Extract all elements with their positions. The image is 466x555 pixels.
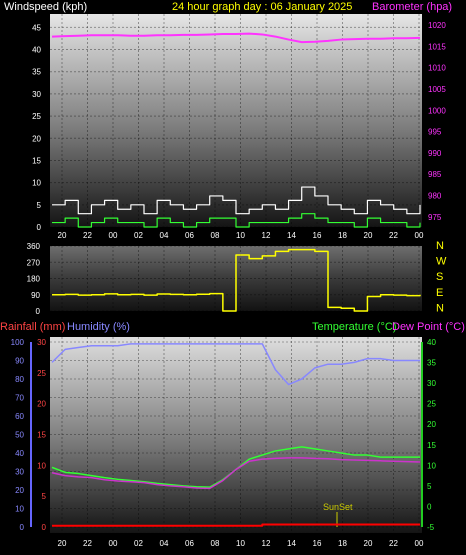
dewpoint-axis-title: Dew Point (°C) (392, 321, 465, 333)
sunset-label: SunSet (323, 502, 353, 512)
wind-y-tick-label: 15 (32, 156, 41, 165)
compass-label: N (436, 302, 444, 314)
x-tick-label: 18 (338, 231, 347, 240)
baro-y-tick-label: 1005 (428, 85, 446, 94)
rain-y-tick-label: 10 (37, 461, 46, 470)
humidity-y-tick-label: 30 (15, 468, 24, 477)
temperature-axis-title: Temperature (°C) (312, 321, 396, 333)
baro-y-tick-label: 975 (428, 213, 442, 222)
rain-y-tick-label: 20 (37, 400, 46, 409)
temp-y-tick-label: 10 (427, 461, 436, 470)
temp-y-tick-label: -5 (427, 523, 435, 532)
x-tick-label: 02 (134, 231, 143, 240)
humidity-y-tick-label: 70 (15, 394, 24, 403)
rain-y-tick-label: 25 (37, 369, 46, 378)
humidity-y-tick-label: 40 (15, 449, 24, 458)
baro-y-tick-label: 1000 (428, 106, 446, 115)
x-tick-label: 12 (262, 231, 271, 240)
temp-y-tick-label: 30 (427, 379, 436, 388)
x-tick-label: 10 (236, 231, 245, 240)
x-tick-label: 12 (262, 539, 271, 548)
x-tick-label: 18 (338, 539, 347, 548)
x-tick-label: 10 (236, 539, 245, 548)
rain-y-tick-label: 30 (37, 338, 46, 347)
compass-label: W (436, 256, 447, 268)
rain-y-tick-label: 0 (42, 523, 47, 532)
x-tick-label: 20 (58, 231, 67, 240)
temp-y-tick-label: 20 (427, 420, 436, 429)
humidity-axis-title: Humidity (%) (67, 321, 130, 333)
x-tick-label: 14 (287, 231, 296, 240)
x-tick-label: 20 (364, 231, 373, 240)
temp-y-tick-label: 35 (427, 359, 436, 368)
direction-y-tick-label: 270 (27, 258, 41, 267)
x-tick-label: 00 (109, 231, 118, 240)
wind-y-tick-label: 40 (32, 46, 41, 55)
windspeed-axis-title: Windspeed (kph) (4, 1, 87, 13)
rain-y-tick-label: 5 (42, 492, 47, 501)
x-tick-label: 04 (160, 231, 169, 240)
temp-y-tick-label: 0 (427, 502, 432, 511)
x-tick-label: 06 (185, 539, 194, 548)
baro-y-tick-label: 980 (428, 191, 442, 200)
x-tick-label: 04 (160, 539, 169, 548)
wind-y-tick-label: 45 (32, 23, 41, 32)
humidity-y-tick-label: 0 (20, 523, 25, 532)
x-tick-label: 20 (58, 539, 67, 548)
barometer-axis-title: Barometer (hpa) (372, 1, 452, 13)
x-tick-label: 08 (211, 539, 220, 548)
x-tick-label: 22 (389, 539, 398, 548)
humidity-y-tick-label: 60 (15, 412, 24, 421)
x-tick-label: 02 (134, 539, 143, 548)
baro-y-tick-label: 995 (428, 128, 442, 137)
temp-y-tick-label: 25 (427, 400, 436, 409)
direction-y-tick-label: 0 (36, 307, 41, 316)
direction-y-tick-label: 360 (27, 242, 41, 251)
temp-y-tick-label: 40 (427, 338, 436, 347)
compass-label: S (436, 271, 443, 283)
temp-y-tick-label: 5 (427, 482, 432, 491)
wind-y-tick-label: 0 (37, 223, 42, 232)
direction-y-tick-label: 180 (27, 275, 41, 284)
x-tick-label: 22 (83, 539, 92, 548)
x-tick-label: 00 (415, 231, 424, 240)
x-tick-label: 00 (109, 539, 118, 548)
rainfall-axis-title: Rainfall (mm) (0, 321, 65, 333)
baro-y-tick-label: 985 (428, 170, 442, 179)
wind-y-tick-label: 35 (32, 68, 41, 77)
baro-y-tick-label: 1020 (428, 21, 446, 30)
compass-label: E (436, 287, 443, 299)
compass-label: N (436, 240, 444, 252)
weather-graph: Windspeed (kph) 24 hour graph day : 06 J… (0, 1, 465, 548)
humidity-y-tick-label: 100 (11, 338, 25, 347)
x-tick-label: 22 (389, 231, 398, 240)
x-tick-label: 06 (185, 231, 194, 240)
wind-y-tick-label: 30 (32, 90, 41, 99)
humidity-y-tick-label: 90 (15, 357, 24, 366)
wind-y-tick-label: 5 (37, 201, 42, 210)
baro-y-tick-label: 1010 (428, 64, 446, 73)
direction-y-tick-label: 90 (31, 291, 40, 300)
x-tick-label: 00 (415, 539, 424, 548)
x-tick-label: 08 (211, 231, 220, 240)
x-tick-label: 14 (287, 539, 296, 548)
humidity-y-tick-label: 20 (15, 486, 24, 495)
baro-y-tick-label: 990 (428, 149, 442, 158)
wind-y-tick-label: 25 (32, 112, 41, 121)
graph-title: 24 hour graph day : 06 January 2025 (172, 1, 352, 13)
temp-y-tick-label: 15 (427, 441, 436, 450)
x-tick-label: 20 (364, 539, 373, 548)
humidity-y-tick-label: 10 (15, 505, 24, 514)
wind-y-tick-label: 20 (32, 134, 41, 143)
x-tick-label: 22 (83, 231, 92, 240)
humidity-y-tick-label: 80 (15, 375, 24, 384)
rain-y-tick-label: 15 (37, 431, 46, 440)
humidity-y-tick-label: 50 (15, 431, 24, 440)
x-tick-label: 16 (313, 231, 322, 240)
baro-y-tick-label: 1015 (428, 42, 446, 51)
x-tick-label: 16 (313, 539, 322, 548)
wind-y-tick-label: 10 (32, 179, 41, 188)
wind-barometer-plot-area (50, 14, 422, 227)
